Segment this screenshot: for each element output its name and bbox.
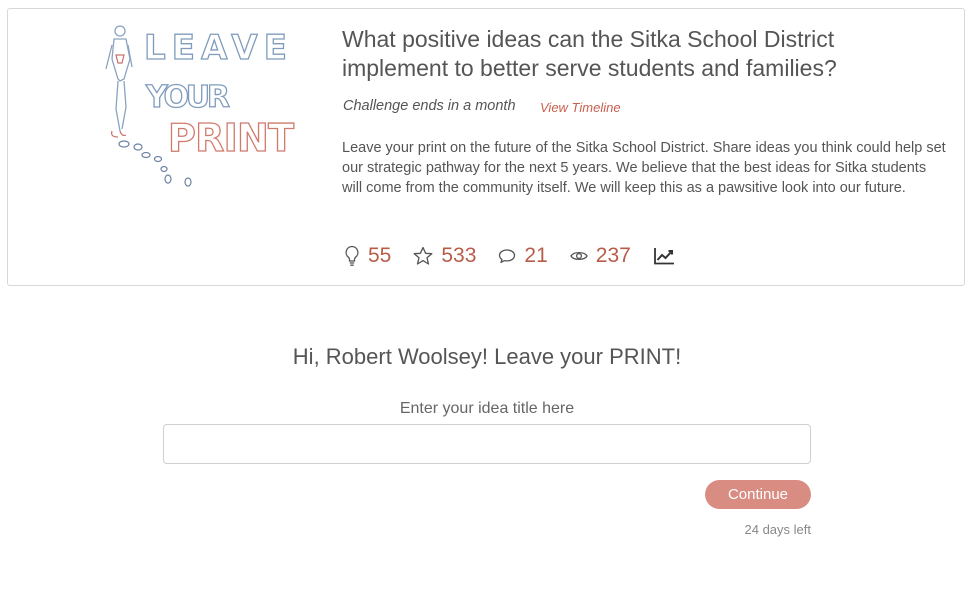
comments-stat[interactable]: 21: [498, 244, 548, 268]
svg-text:YOUR: YOUR: [145, 80, 232, 115]
continue-button[interactable]: Continue: [705, 480, 811, 509]
leave-your-print-logo: LEAVE YOUR PRINT: [105, 25, 296, 187]
trend-stat[interactable]: [653, 247, 675, 265]
svg-text:LEAVE: LEAVE: [144, 28, 289, 68]
challenge-description: Leave your print on the future of the Si…: [342, 140, 946, 196]
challenge-deadline: Challenge ends in a month: [343, 98, 516, 114]
views-stat[interactable]: 237: [570, 244, 631, 268]
trending-chart-icon: [653, 248, 674, 265]
view-timeline-link[interactable]: View Timeline: [540, 100, 621, 115]
greeting-heading: Hi, Robert Woolsey! Leave your PRINT!: [292, 344, 682, 369]
ideas-count: 55: [368, 244, 392, 267]
idea-title-input[interactable]: [163, 424, 811, 464]
svg-text:PRINT: PRINT: [168, 116, 296, 160]
comment-icon: [499, 249, 516, 264]
lightbulb-icon: [345, 245, 359, 266]
challenge-title: What positive ideas can the Sitka School…: [342, 26, 837, 81]
days-left-text: 24 days left: [744, 522, 812, 537]
star-icon: [413, 246, 433, 265]
eye-icon: [570, 251, 588, 261]
challenge-card: LEAVE YOUR PRINT What positive ideas can…: [7, 8, 965, 286]
ideas-stat[interactable]: 55: [344, 244, 391, 268]
challenge-stats: 55 533 21 237: [344, 242, 697, 270]
views-count: 237: [595, 244, 631, 267]
comments-count: 21: [524, 244, 548, 267]
idea-title-label: Enter your idea title here: [399, 400, 575, 417]
votes-stat[interactable]: 533: [413, 244, 476, 268]
votes-count: 533: [441, 244, 477, 267]
